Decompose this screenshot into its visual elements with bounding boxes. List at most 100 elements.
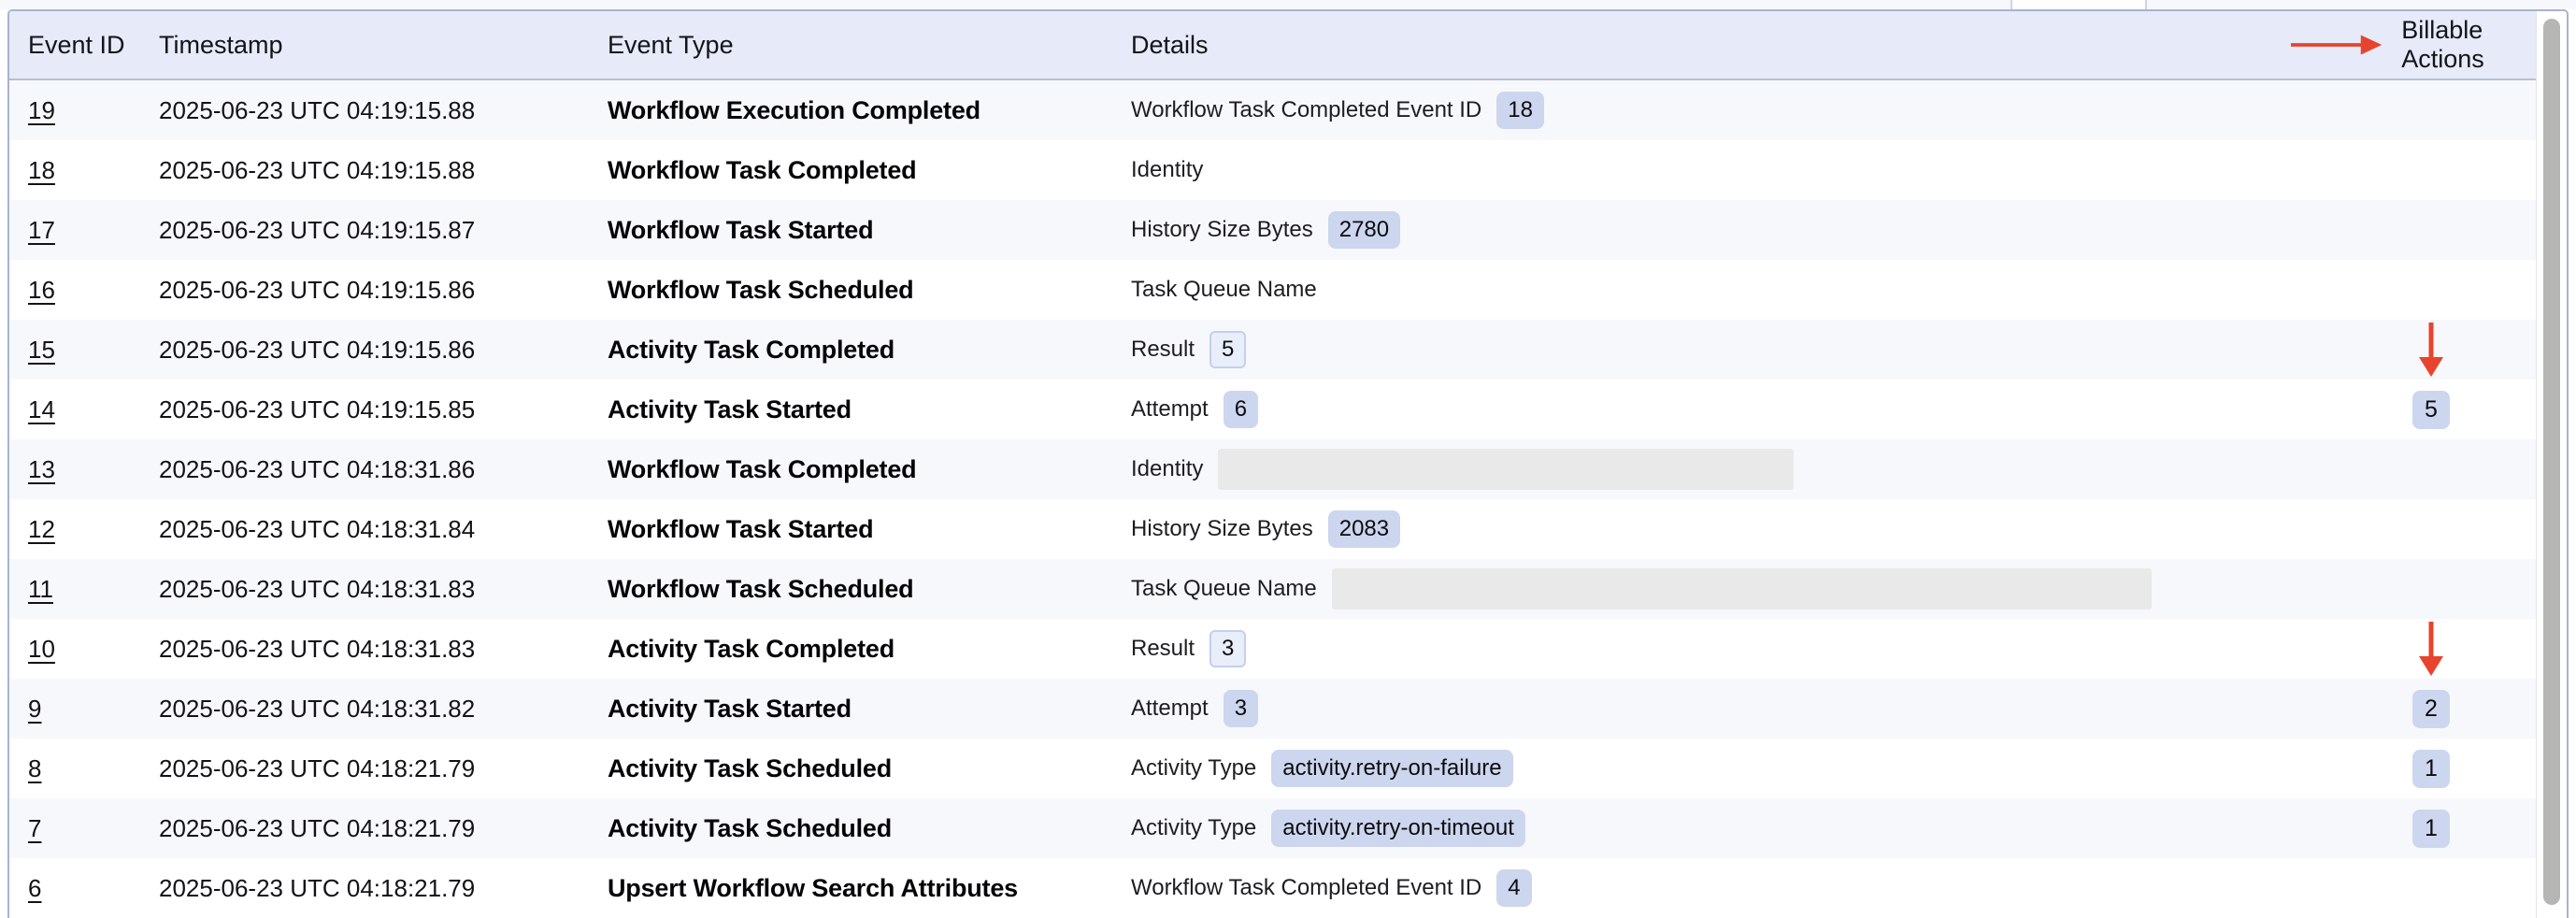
event-id-link[interactable]: 19 <box>28 96 55 125</box>
header-timestamp: Timestamp <box>159 11 608 79</box>
table-row[interactable]: 142025-06-23 UTC 04:19:15.85Activity Tas… <box>9 380 2536 439</box>
event-timestamp: 2025-06-23 UTC 04:18:21.79 <box>159 798 608 858</box>
billable-actions-cell: 1 <box>2291 739 2536 798</box>
event-details-cell: Attempt 3 <box>1131 679 2291 739</box>
table-row[interactable]: 102025-06-23 UTC 04:18:31.83Activity Tas… <box>9 619 2536 679</box>
event-details-cell: Identity <box>1131 439 2291 499</box>
event-id-cell: 14 <box>9 380 159 439</box>
event-timestamp: 2025-06-23 UTC 04:19:15.85 <box>159 380 608 439</box>
event-id-link[interactable]: 17 <box>28 216 55 245</box>
event-id-link[interactable]: 10 <box>28 635 55 664</box>
detail-result-badge: 5 <box>1209 331 1246 368</box>
detail-badge: 18 <box>1496 92 1544 129</box>
event-id-link[interactable]: 11 <box>28 575 53 604</box>
detail-label: Workflow Task Completed Event ID <box>1131 875 1481 901</box>
detail-label: Task Queue Name <box>1131 576 1317 602</box>
detail-badge: 3 <box>1224 690 1258 727</box>
event-id-cell: 16 <box>9 260 159 320</box>
table-row[interactable]: 72025-06-23 UTC 04:18:21.79Activity Task… <box>9 798 2536 858</box>
detail-result-badge: 3 <box>1209 630 1246 667</box>
event-id-cell: 11 <box>9 559 159 619</box>
table-row[interactable]: 13 2025-06-23 UTC 04:18:31.86Workflow Tas… <box>9 439 2536 499</box>
event-timestamp: 2025-06-23 UTC 04:19:15.88 <box>159 80 608 140</box>
event-details-cell: Activity Typeactivity.retry-on-failure <box>1131 739 2291 798</box>
event-timestamp: 2025-06-23 UTC 04:19:15.86 <box>159 260 608 320</box>
event-timestamp: 2025-06-23 UTC 04:18:21.79 <box>159 739 608 798</box>
event-id-link[interactable]: 18 <box>28 156 55 185</box>
billable-actions-cell <box>2291 320 2536 380</box>
table-row[interactable]: 92025-06-23 UTC 04:18:31.82Activity Task… <box>9 679 2536 739</box>
event-details-cell: Task Queue Name <box>1131 260 2291 320</box>
event-id-link[interactable]: 13 <box>28 455 55 484</box>
down-arrow-annotation-icon <box>2417 622 2445 676</box>
event-id-link[interactable]: 7 <box>28 814 41 843</box>
billable-actions-cell <box>2291 858 2536 918</box>
event-id-link[interactable]: 8 <box>28 754 41 783</box>
table-main: Event ID Timestamp Event Type Details Bi… <box>9 11 2536 918</box>
billable-actions-cell: 2 <box>2291 679 2536 739</box>
billable-actions-cell <box>2291 559 2536 619</box>
scrollbar-thumb[interactable] <box>2543 19 2560 905</box>
event-id-link[interactable]: 15 <box>28 336 55 365</box>
header-billable-actions: Billable Actions <box>2291 11 2536 79</box>
detail-label: Workflow Task Completed Event ID <box>1131 97 1481 123</box>
event-id-link[interactable]: 12 <box>28 515 55 544</box>
event-timestamp: 2025-06-23 UTC 04:18:31.82 <box>159 679 608 739</box>
event-type: Upsert Workflow Search Attributes <box>608 858 1131 918</box>
event-details-cell: Identity <box>1131 140 2291 200</box>
detail-badge: activity.retry-on-timeout <box>1271 810 1525 847</box>
billable-actions-cell <box>2291 200 2536 260</box>
event-type: Workflow Task Scheduled <box>608 260 1131 320</box>
billable-actions-cell <box>2291 619 2536 679</box>
table-row[interactable]: 62025-06-23 UTC 04:18:21.79Upsert Workfl… <box>9 858 2536 918</box>
detail-label: Activity Type <box>1131 755 1256 782</box>
vertical-scrollbar[interactable] <box>2536 11 2567 918</box>
event-timestamp: 2025-06-23 UTC 04:18:31.86 <box>159 439 608 499</box>
event-id-cell: 18 <box>9 140 159 200</box>
billable-count-badge: 1 <box>2412 750 2450 788</box>
detail-label: Attempt <box>1131 696 1209 722</box>
event-type: Activity Task Completed <box>608 320 1131 380</box>
event-timestamp: 2025-06-23 UTC 04:19:15.88 <box>159 140 608 200</box>
detail-label: History Size Bytes <box>1131 217 1313 243</box>
down-arrow-annotation-icon <box>2417 323 2445 377</box>
event-type: Workflow Task Started <box>608 200 1131 260</box>
event-id-link[interactable]: 9 <box>28 695 41 724</box>
table-row[interactable]: 82025-06-23 UTC 04:18:21.79Activity Task… <box>9 739 2536 798</box>
event-details-cell: Result 5 <box>1131 320 2291 380</box>
table-header: Event ID Timestamp Event Type Details Bi… <box>9 11 2536 80</box>
table-row[interactable]: 182025-06-23 UTC 04:19:15.88Workflow Tas… <box>9 140 2536 200</box>
redacted-value <box>1218 449 1794 490</box>
event-history-table: Event ID Timestamp Event Type Details Bi… <box>7 9 2569 918</box>
detail-badge: 2780 <box>1328 211 1400 249</box>
event-timestamp: 2025-06-23 UTC 04:19:15.86 <box>159 320 608 380</box>
table-row[interactable]: 122025-06-23 UTC 04:18:31.84Workflow Tas… <box>9 499 2536 559</box>
table-row[interactable]: 16 2025-06-23 UTC 04:19:15.86Workflow Tas… <box>9 260 2536 320</box>
event-id-cell: 17 <box>9 200 159 260</box>
table-row[interactable]: 172025-06-23 UTC 04:19:15.87Workflow Tas… <box>9 200 2536 260</box>
event-type: Workflow Task Started <box>608 499 1131 559</box>
billable-actions-cell <box>2291 439 2536 499</box>
event-type: Workflow Task Scheduled <box>608 559 1131 619</box>
event-id-link[interactable]: 14 <box>28 395 55 424</box>
event-id-cell: 12 <box>9 499 159 559</box>
event-type: Workflow Task Completed <box>608 439 1131 499</box>
detail-label: Identity <box>1131 456 1203 482</box>
event-details-cell: Activity Type activity.retry-on-timeout <box>1131 798 2291 858</box>
detail-label: Activity Type <box>1131 815 1256 841</box>
table-row[interactable]: 192025-06-23 UTC 04:19:15.88Workflow Exe… <box>9 80 2536 140</box>
detail-badge: 4 <box>1496 869 1531 907</box>
redacted-value <box>1332 568 2152 610</box>
billable-actions-cell <box>2291 260 2536 320</box>
top-control-remnant <box>2011 0 2147 9</box>
header-event-type: Event Type <box>608 11 1131 79</box>
table-row[interactable]: 15 2025-06-23 UTC 04:19:15.86Activity Tas… <box>9 320 2536 380</box>
detail-label: Result <box>1131 337 1195 363</box>
detail-label: Result <box>1131 636 1195 662</box>
event-id-link[interactable]: 6 <box>28 874 41 903</box>
event-id-link[interactable]: 16 <box>28 276 55 305</box>
detail-label: Attempt <box>1131 396 1209 423</box>
event-timestamp: 2025-06-23 UTC 04:18:31.83 <box>159 559 608 619</box>
billable-actions-cell <box>2291 499 2536 559</box>
table-row[interactable]: 11 2025-06-23 UTC 04:18:31.83Workflow Tas… <box>9 559 2536 619</box>
